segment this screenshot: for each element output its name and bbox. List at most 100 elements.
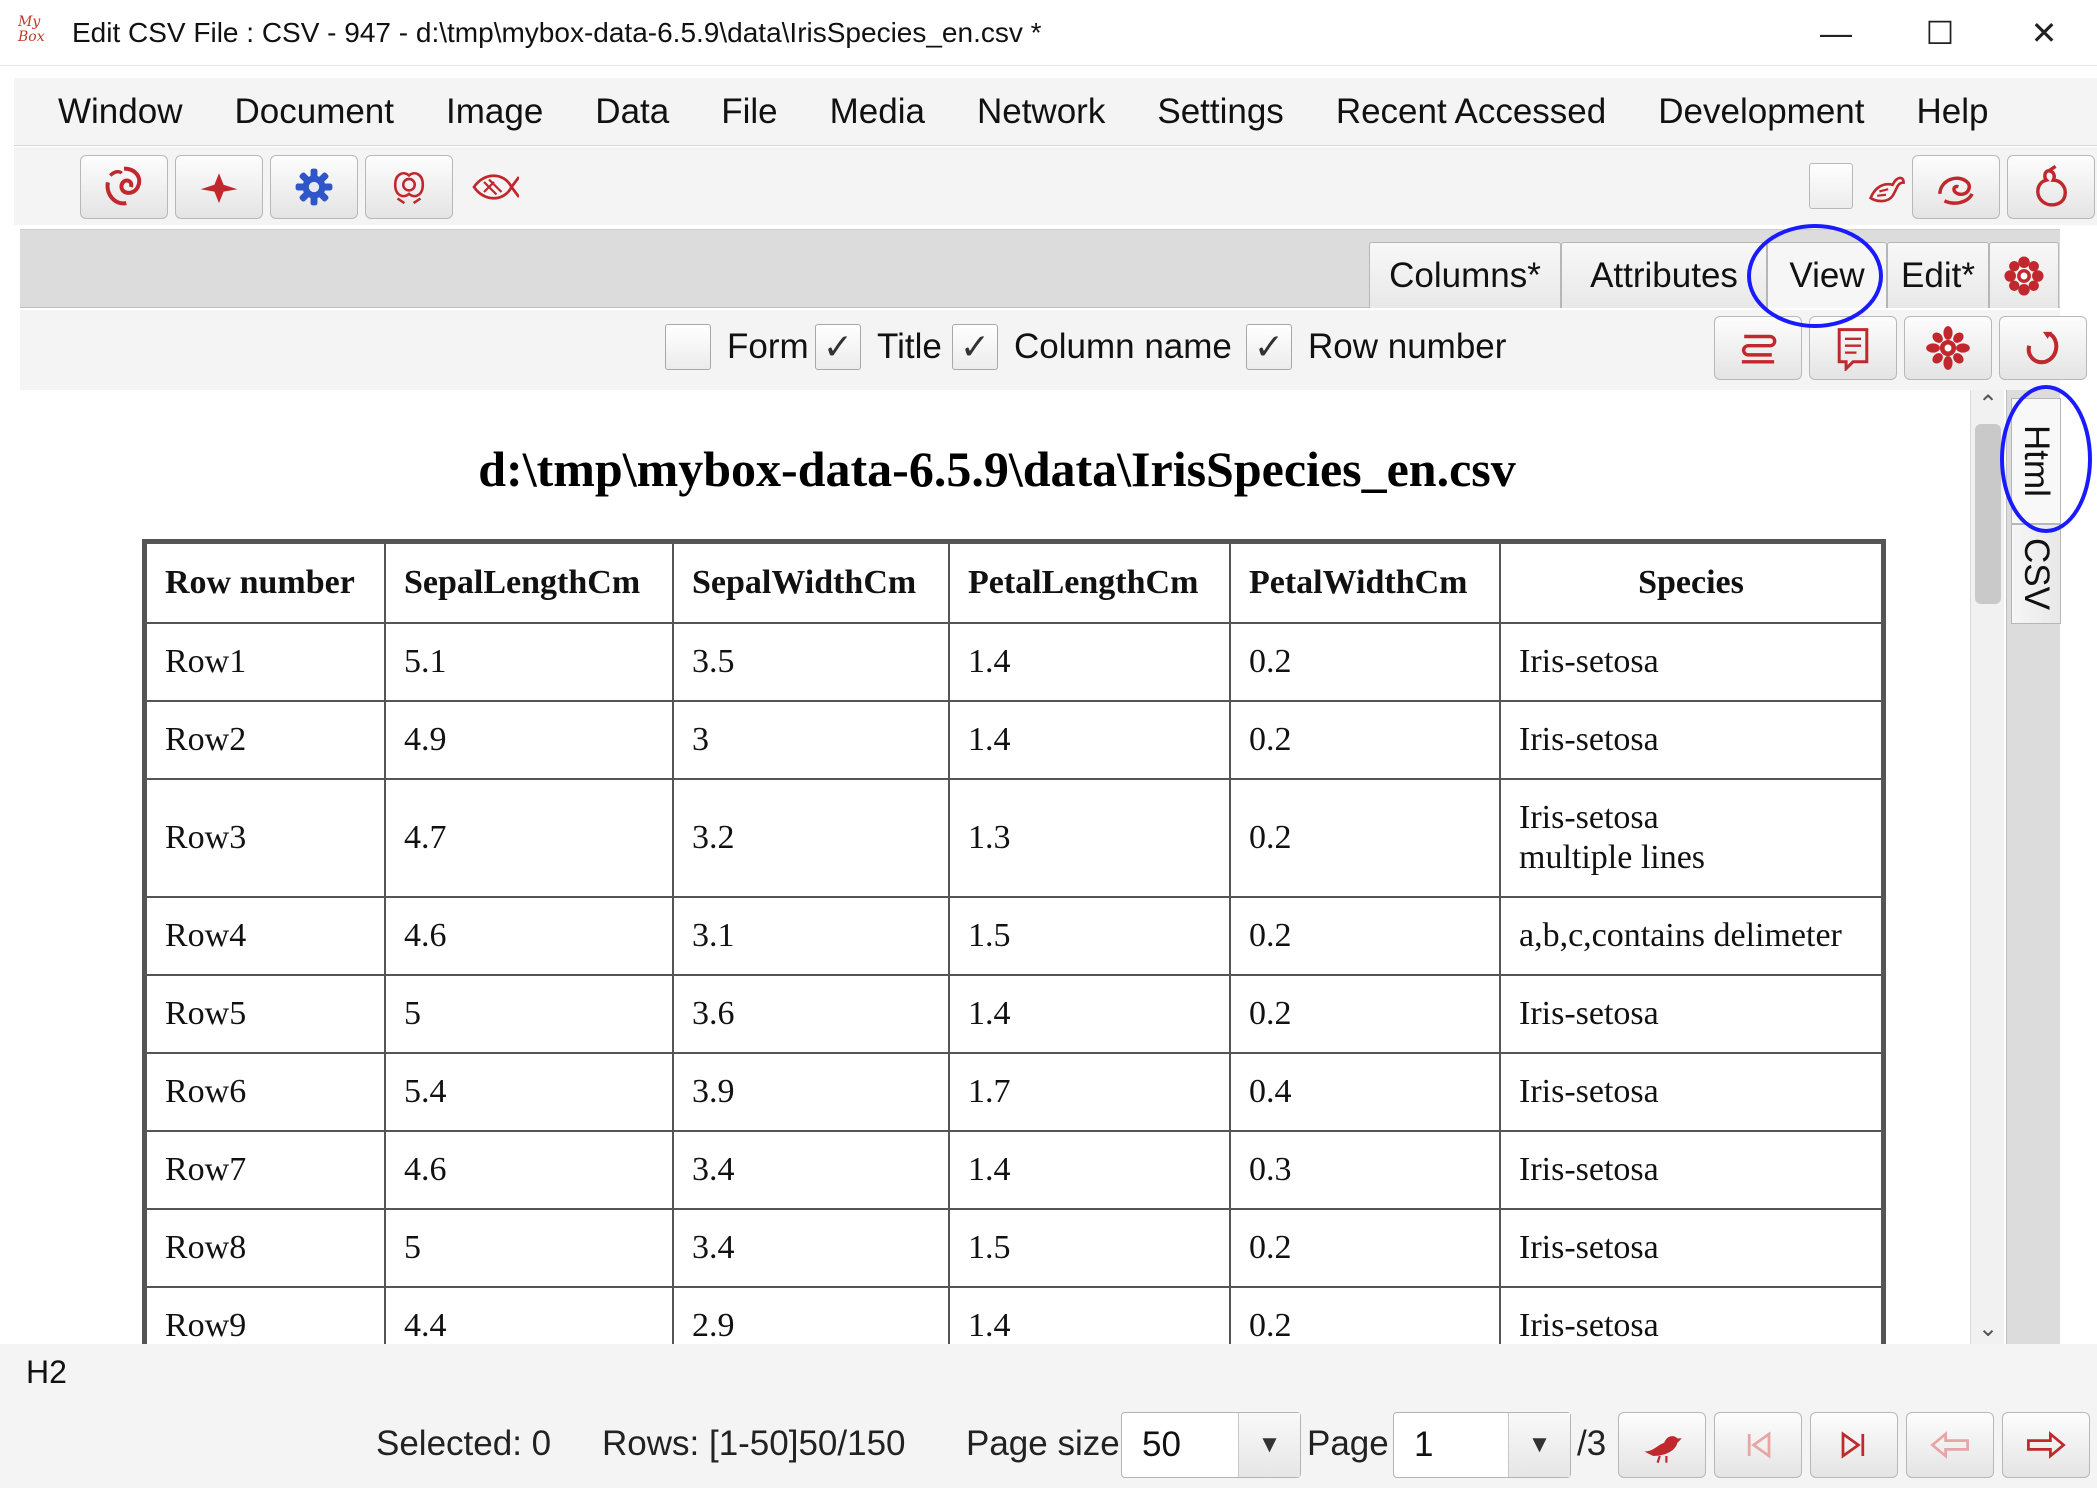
title-label: Title xyxy=(877,327,942,366)
maximize-button[interactable]: ☐ xyxy=(1888,0,1992,66)
maximize-icon: ☐ xyxy=(1925,15,1955,51)
menu-data[interactable]: Data xyxy=(569,92,695,132)
side-tab-html[interactable]: Html xyxy=(2011,398,2061,524)
tab-columns-label: Columns* xyxy=(1389,255,1541,295)
tab-view-label: View xyxy=(1789,255,1865,295)
cloud-swirl-button[interactable] xyxy=(1912,155,2000,219)
side-tab-html-label: Html xyxy=(2017,425,2056,497)
title-checkbox[interactable]: ✓ xyxy=(815,324,861,370)
cell-line: Iris-setosa xyxy=(1519,799,1659,836)
pagination-bar: Selected: 0 Rows: [1-50]50/150 Page size… xyxy=(0,1404,2097,1488)
table-cell: 3.2 xyxy=(672,778,950,898)
first-page-button[interactable] xyxy=(1714,1412,1802,1478)
row-number-label: Row number xyxy=(1308,327,1507,366)
table-cell: 0.3 xyxy=(1229,1130,1501,1210)
minimize-button[interactable]: — xyxy=(1784,0,1888,66)
element-tag-status: H2 xyxy=(26,1354,67,1390)
fish-button[interactable] xyxy=(466,159,522,215)
tab-attributes[interactable]: Attributes xyxy=(1561,242,1767,308)
page-size-select[interactable]: 50 ▼ xyxy=(1121,1412,1301,1478)
table-cell: 4.6 xyxy=(384,896,674,976)
phoenix-button[interactable] xyxy=(1858,159,1914,215)
settings-button[interactable] xyxy=(270,155,358,219)
tab-columns[interactable]: Columns* xyxy=(1369,242,1561,308)
peony-button[interactable] xyxy=(365,155,453,219)
table-cell: Row2 xyxy=(145,700,386,780)
tab-menu-button[interactable] xyxy=(1989,242,2059,308)
table-cell: 0.2 xyxy=(1229,896,1501,976)
tab-bar: Columns* Attributes View Edit* xyxy=(20,229,2060,308)
chevron-down-icon[interactable]: ▼ xyxy=(1508,1413,1570,1477)
form-label: Form xyxy=(727,327,809,366)
chevron-down-icon[interactable]: ▼ xyxy=(1238,1413,1300,1477)
tab-attributes-label: Attributes xyxy=(1590,255,1738,295)
previous-page-icon xyxy=(1930,1431,1969,1459)
scroll-thumb[interactable] xyxy=(1975,424,2001,604)
column-name-checkbox[interactable]: ✓ xyxy=(952,324,998,370)
scroll-up-icon[interactable]: ⌃ xyxy=(1971,390,2005,420)
close-button[interactable]: ✕ xyxy=(1992,0,2096,66)
table-row: Row9 4.4 2.9 1.4 0.2 Iris-setosa xyxy=(145,1286,1883,1344)
swirl-logo-button[interactable] xyxy=(80,155,168,219)
form-checkbox[interactable] xyxy=(665,324,711,370)
last-page-button[interactable] xyxy=(1810,1412,1898,1478)
table-cell: 4.6 xyxy=(384,1130,674,1210)
snake-button[interactable] xyxy=(1714,316,1802,380)
scroll-down-icon[interactable]: ⌄ xyxy=(1971,1314,2005,1344)
gourd-button[interactable] xyxy=(2007,155,2095,219)
phoenix-icon xyxy=(1868,176,1905,203)
table-cell: 3.9 xyxy=(672,1052,950,1132)
side-tab-bar: Html CSV xyxy=(2006,390,2061,1344)
page-size-label: Page size xyxy=(966,1424,1120,1463)
previous-page-button[interactable] xyxy=(1906,1412,1994,1478)
bird-button[interactable] xyxy=(175,155,263,219)
table-cell: Iris-setosa xyxy=(1499,1208,1883,1288)
table-cell: 3.5 xyxy=(672,622,950,702)
selected-count: Selected: 0 xyxy=(376,1424,552,1463)
table-row: Row5 5 3.6 1.4 0.2 Iris-setosa xyxy=(145,974,1883,1054)
menu-window[interactable]: Window xyxy=(14,92,208,132)
menu-file[interactable]: File xyxy=(695,92,803,132)
table-cell: 4.4 xyxy=(384,1286,674,1344)
page-select[interactable]: 1 ▼ xyxy=(1393,1412,1571,1478)
menu-media[interactable]: Media xyxy=(804,92,951,132)
menu-help[interactable]: Help xyxy=(1890,92,2014,132)
menu-image[interactable]: Image xyxy=(420,92,569,132)
toolbar-toggle-checkbox[interactable] xyxy=(1809,163,1853,209)
table-header-row: Row number SepalLengthCm SepalWidthCm Pe… xyxy=(145,542,1883,624)
table-cell: 1.4 xyxy=(948,622,1231,702)
table-row: Row7 4.6 3.4 1.4 0.3 Iris-setosa xyxy=(145,1130,1883,1210)
table-row: Row3 4.7 3.2 1.3 0.2 Iris-setosa multiple line… xyxy=(145,778,1883,898)
table-cell: Iris-setosa xyxy=(1499,1052,1883,1132)
cloud-swirl-icon xyxy=(1938,176,1974,205)
table-cell: Row7 xyxy=(145,1130,386,1210)
next-page-button[interactable] xyxy=(2002,1412,2090,1478)
table-cell: 1.4 xyxy=(948,700,1231,780)
menu-development[interactable]: Development xyxy=(1632,92,1890,132)
view-options-bar: Form ✓ Title ✓ Column name ✓ Row number xyxy=(20,310,2087,390)
next-page-icon xyxy=(2027,1431,2066,1459)
flower-button[interactable] xyxy=(1904,316,1992,380)
table-cell: 0.2 xyxy=(1229,778,1501,898)
table-cell: 1.4 xyxy=(948,974,1231,1054)
menu-recent-accessed[interactable]: Recent Accessed xyxy=(1310,92,1632,132)
tab-view[interactable]: View xyxy=(1767,242,1887,308)
go-page-button[interactable] xyxy=(1618,1412,1706,1478)
table-cell: 5.1 xyxy=(384,622,674,702)
table-cell: Row6 xyxy=(145,1052,386,1132)
refresh-button[interactable] xyxy=(1999,316,2087,380)
column-header: PetalWidthCm xyxy=(1229,542,1501,624)
column-header: PetalLengthCm xyxy=(948,542,1231,624)
document-button[interactable] xyxy=(1809,316,1897,380)
last-page-icon xyxy=(1841,1431,1865,1459)
menu-network[interactable]: Network xyxy=(951,92,1131,132)
menu-settings[interactable]: Settings xyxy=(1131,92,1309,132)
table-cell: Iris-setosa xyxy=(1499,1286,1883,1344)
vertical-scrollbar[interactable]: ⌃ ⌄ xyxy=(1970,390,2004,1344)
table-cell: 5 xyxy=(384,974,674,1054)
bird-jump-icon xyxy=(1644,1436,1682,1463)
menu-document[interactable]: Document xyxy=(208,92,420,132)
side-tab-csv[interactable]: CSV xyxy=(2011,524,2061,624)
tab-edit[interactable]: Edit* xyxy=(1887,242,1989,308)
row-number-checkbox[interactable]: ✓ xyxy=(1246,324,1292,370)
